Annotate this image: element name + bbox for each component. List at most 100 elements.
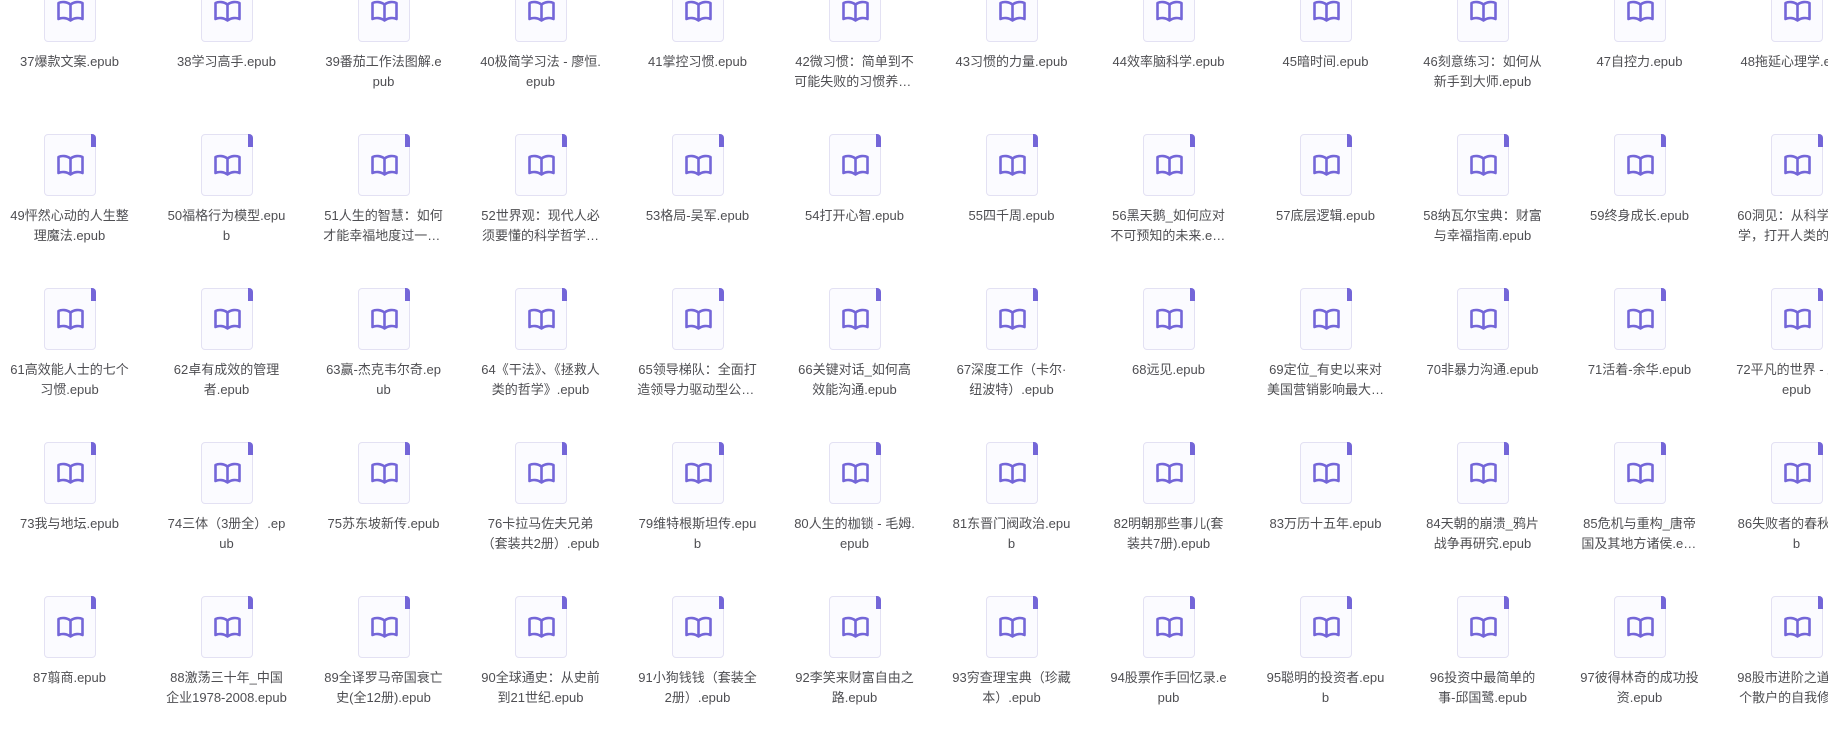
file-name: 72平凡的世界 - 路遥.epub — [1736, 362, 1828, 397]
book-file-icon — [1614, 134, 1666, 196]
book-file-icon — [201, 288, 253, 350]
file-name: 95聪明的投资者.epub — [1266, 670, 1385, 705]
book-file-icon — [1771, 442, 1823, 504]
file-name: 59终身成长.epub — [1590, 208, 1689, 223]
file-name: 71活着-余华.epub — [1587, 362, 1692, 377]
file-item[interactable]: 89全译罗马帝国衰亡史(全12册).epub — [305, 0, 462, 705]
file-name: 50福格行为模型.epub — [167, 208, 286, 243]
book-file-icon — [358, 134, 410, 196]
file-name: 55四千周.epub — [968, 208, 1055, 223]
file-name: 56黑天鹅_如何应对不可预知的未来.epub — [1110, 208, 1227, 243]
book-file-icon — [829, 596, 881, 658]
file-item[interactable]: 90全球通史：从史前到21世纪.epub — [462, 0, 619, 705]
file-name: 79维特根斯坦传.epub — [638, 516, 757, 551]
book-file-icon — [1300, 134, 1352, 196]
book-file-icon — [1614, 596, 1666, 658]
file-name: 80人生的枷锁 - 毛姆.epub — [794, 516, 915, 551]
book-file-icon — [672, 442, 724, 504]
book-file-icon — [1457, 596, 1509, 658]
book-file-icon — [1143, 442, 1195, 504]
book-file-icon — [44, 442, 96, 504]
file-name: 94股票作手回忆录.epub — [1110, 670, 1227, 705]
file-name: 98股市进阶之道：一个散户的自我修养.epub — [1737, 670, 1828, 705]
book-file-icon — [1143, 134, 1195, 196]
book-file-icon — [358, 442, 410, 504]
book-file-icon — [44, 596, 96, 658]
book-file-icon — [1457, 134, 1509, 196]
file-name: 96投资中最简单的事-邱国鹭.epub — [1429, 670, 1536, 705]
file-name: 57底层逻辑.epub — [1276, 208, 1375, 223]
file-name: 93穷查理宝典（珍藏本）.epub — [952, 670, 1071, 705]
file-name: 87翦商.epub — [33, 670, 106, 685]
book-file-icon — [1614, 288, 1666, 350]
file-name: 75苏东坡新传.epub — [327, 516, 440, 531]
file-grid: 37爆款文案.epub 38学习高手.epub 39番茄工作法图解.epub 40极简… — [0, 0, 1828, 746]
file-name: 68远见.epub — [1132, 362, 1205, 377]
book-file-icon — [1771, 134, 1823, 196]
book-file-icon — [1457, 442, 1509, 504]
file-item[interactable]: 98股市进阶之道：一个散户的自我修养.epub — [1718, 0, 1828, 705]
book-file-icon — [1300, 596, 1352, 658]
book-file-icon — [986, 288, 1038, 350]
file-name: 69定位_有史以来对美国营销影响最大的观念.epub — [1266, 362, 1384, 397]
book-file-icon — [44, 288, 96, 350]
book-file-icon — [986, 134, 1038, 196]
book-file-icon — [201, 134, 253, 196]
book-file-icon — [829, 442, 881, 504]
file-name: 52世界观：现代人必须要懂的科学哲学和科学史.epub — [481, 208, 600, 243]
file-item[interactable]: 88激荡三十年_中国企业1978-2008.epub — [148, 0, 305, 705]
file-item[interactable]: 87翦商.epub — [0, 0, 148, 685]
file-name: 84天朝的崩溃_鸦片战争再研究.epub — [1426, 516, 1539, 551]
file-name: 74三体（3册全）.epub — [167, 516, 286, 551]
file-item[interactable]: 97彼得林奇的成功投资.epub — [1561, 0, 1718, 705]
book-file-icon — [44, 134, 96, 196]
file-name: 58纳瓦尔宝典：财富与幸福指南.epub — [1423, 208, 1542, 243]
file-name: 53格局-吴军.epub — [645, 208, 750, 223]
book-file-icon — [1300, 442, 1352, 504]
file-name: 54打开心智.epub — [805, 208, 904, 223]
book-file-icon — [829, 134, 881, 196]
file-item[interactable]: 94股票作手回忆录.epub — [1090, 0, 1247, 705]
file-item[interactable]: 91小狗钱钱（套装全2册）.epub — [619, 0, 776, 705]
file-name: 62卓有成效的管理者.epub — [173, 362, 280, 397]
book-file-icon — [1300, 288, 1352, 350]
file-name: 88激荡三十年_中国企业1978-2008.epub — [166, 670, 287, 705]
book-file-icon — [1457, 288, 1509, 350]
file-name: 83万历十五年.epub — [1269, 516, 1382, 531]
book-file-icon — [201, 442, 253, 504]
file-name: 66关键对话_如何高效能沟通.epub — [798, 362, 911, 397]
book-file-icon — [986, 442, 1038, 504]
book-file-icon — [515, 134, 567, 196]
file-name: 85危机与重构_唐帝国及其地方诸侯.epub — [1581, 516, 1698, 551]
file-name: 67深度工作（卡尔·纽波特）.epub — [956, 362, 1067, 397]
book-file-icon — [358, 288, 410, 350]
file-name: 89全译罗马帝国衰亡史(全12册).epub — [324, 670, 443, 705]
file-name: 91小狗钱钱（套装全2册）.epub — [638, 670, 757, 705]
file-name: 49怦然心动的人生整理魔法.epub — [10, 208, 129, 243]
book-file-icon — [1143, 288, 1195, 350]
file-item[interactable]: 96投资中最简单的事-邱国鹭.epub — [1404, 0, 1561, 705]
file-name: 92李笑来财富自由之路.epub — [795, 670, 914, 705]
file-name: 63赢-杰克韦尔奇.epub — [326, 362, 441, 397]
file-name: 81东晋门阀政治.epub — [952, 516, 1071, 551]
file-name: 76卡拉马佐夫兄弟（套装共2册）.epub — [481, 516, 600, 551]
book-file-icon — [672, 288, 724, 350]
book-file-icon — [201, 596, 253, 658]
book-file-icon — [1771, 596, 1823, 658]
book-file-icon — [829, 288, 881, 350]
book-file-icon — [515, 596, 567, 658]
file-name: 70非暴力沟通.epub — [1426, 362, 1539, 377]
book-file-icon — [672, 596, 724, 658]
file-item[interactable]: 92李笑来财富自由之路.epub — [776, 0, 933, 705]
book-file-icon — [986, 596, 1038, 658]
book-file-icon — [672, 134, 724, 196]
file-name: 97彼得林奇的成功投资.epub — [1580, 670, 1699, 705]
file-name: 61高效能人士的七个习惯.epub — [10, 362, 129, 397]
file-item[interactable]: 95聪明的投资者.epub — [1247, 0, 1404, 705]
book-file-icon — [358, 596, 410, 658]
file-name: 65领导梯队：全面打造领导力驱动型公司.epub — [637, 362, 758, 397]
file-item[interactable]: 93穷查理宝典（珍藏本）.epub — [933, 0, 1090, 705]
file-name: 82明朝那些事儿(套装共7册).epub — [1113, 516, 1224, 551]
file-name: 73我与地坛.epub — [20, 516, 119, 531]
file-name: 64《干法》、《拯救人类的哲学》.epub — [481, 362, 600, 397]
